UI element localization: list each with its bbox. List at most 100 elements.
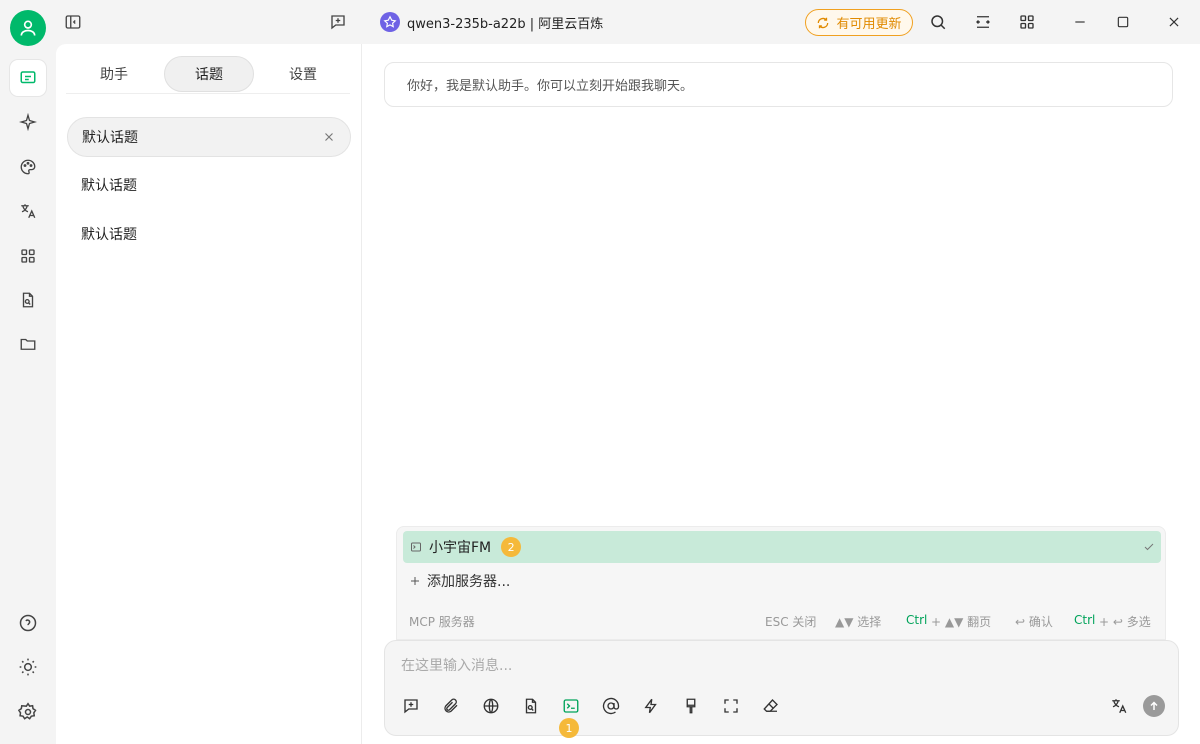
mcp-server-name: 小宇宙FM — [429, 540, 492, 556]
new-chat-icon — [404, 699, 418, 714]
left-rail — [0, 0, 56, 744]
file-search-icon — [525, 698, 537, 714]
translate-tool[interactable] — [1106, 693, 1132, 719]
message-input-box[interactable]: 在这里输入消息... — [384, 640, 1179, 736]
hint-page: + ▲▼ 翻页 — [931, 615, 992, 629]
folder-icon — [20, 338, 36, 350]
arrow-up-icon — [1150, 701, 1158, 710]
rail-settings[interactable] — [10, 694, 46, 730]
rail-apps[interactable] — [10, 238, 46, 274]
close-icon — [1169, 17, 1179, 27]
chat-icon — [20, 71, 36, 84]
tab-assistant[interactable]: 助手 — [69, 56, 159, 92]
tab-settings[interactable]: 设置 — [258, 56, 348, 92]
search-icon — [931, 15, 946, 30]
file-search-icon — [22, 292, 34, 308]
attach-tool[interactable] — [438, 693, 464, 719]
hint-multi-key: Ctrl — [1074, 613, 1096, 627]
mcp-tool[interactable] — [558, 693, 584, 719]
brush-icon — [686, 698, 696, 714]
rail-help[interactable] — [10, 605, 46, 641]
fullscreen-tool[interactable] — [718, 693, 744, 719]
help-icon — [19, 614, 37, 632]
rail-agents[interactable] — [10, 104, 46, 140]
hint-page-key: Ctrl — [906, 613, 928, 627]
web-search-tool[interactable] — [478, 693, 504, 719]
brightness-icon — [19, 658, 37, 676]
mcp-server-item[interactable]: 小宇宙FM 2 — [403, 531, 1161, 563]
model-selector[interactable]: qwen3-235b-a22b | 阿里云百炼 — [407, 13, 603, 32]
lightning-icon — [644, 698, 657, 714]
translate-icon — [21, 204, 36, 219]
add-server-label: 添加服务器... — [427, 574, 511, 590]
rail-knowledge[interactable] — [10, 282, 46, 318]
toggle-sidebar-button[interactable] — [62, 11, 84, 33]
palette-icon — [20, 159, 36, 175]
mcp-footer-title: MCP 服务器 — [409, 615, 475, 629]
add-mcp-server-button[interactable]: 添加服务器... — [409, 571, 510, 591]
topics-panel: 助手 话题 设置 默认话题 默认话题 默认话题 — [56, 44, 362, 744]
terminal-icon — [411, 542, 421, 552]
topic-label: 默认话题 — [81, 227, 137, 243]
topic-item[interactable]: 默认话题 — [67, 117, 351, 157]
delete-topic-button[interactable] — [322, 130, 336, 144]
update-label: 有可用更新 — [836, 17, 902, 32]
avatar[interactable] — [10, 10, 46, 46]
topic-item[interactable]: 默认话题 — [67, 214, 351, 254]
expand-icon — [724, 699, 738, 713]
assistant-greeting: 你好，我是默认助手。你可以立刻开始跟我聊天。 — [384, 62, 1173, 107]
update-available-button[interactable]: 有可用更新 — [805, 9, 913, 36]
apps-button[interactable] — [1016, 11, 1038, 33]
translate-icon — [1112, 699, 1127, 714]
rail-paint[interactable] — [10, 149, 46, 185]
terminal-icon — [563, 699, 579, 713]
minimize-window-button[interactable] — [1069, 11, 1091, 33]
tab-topics[interactable]: 话题 — [164, 56, 254, 92]
topic-label: 默认话题 — [82, 130, 138, 146]
eraser-icon — [763, 699, 778, 712]
model-provider-logo — [380, 12, 400, 32]
message-input[interactable]: 在这里输入消息... — [401, 655, 512, 675]
mcp-server-popup: 小宇宙FM 2 添加服务器... MCP 服务器 ESC 关闭 ▲▼ 选择 Ct… — [396, 526, 1166, 640]
top-bar: qwen3-235b-a22b | 阿里云百炼 有可用更新 — [56, 0, 1200, 44]
chat-main: 你好，我是默认助手。你可以立刻开始跟我聊天。 小宇宙FM 2 添加服务器... … — [362, 44, 1200, 744]
paint-tool[interactable] — [678, 693, 704, 719]
width-icon — [976, 16, 990, 28]
clear-tool[interactable] — [758, 693, 784, 719]
panel-tabs: 助手 话题 设置 — [66, 56, 350, 94]
user-icon — [20, 20, 36, 36]
topic-item[interactable]: 默认话题 — [67, 165, 351, 205]
maximize-icon — [1117, 16, 1129, 28]
sidebar-collapse-icon — [65, 15, 81, 29]
rail-theme[interactable] — [10, 649, 46, 685]
maximize-window-button[interactable] — [1112, 11, 1134, 33]
sparkle-icon — [19, 113, 37, 131]
grid-icon — [21, 249, 35, 263]
hint-close: ESC 关闭 — [765, 615, 817, 629]
quick-phrase-tool[interactable] — [638, 693, 664, 719]
close-window-button[interactable] — [1163, 11, 1185, 33]
new-topic-button[interactable] — [327, 11, 349, 33]
new-chat-icon — [331, 15, 345, 30]
provider-icon — [383, 15, 397, 28]
close-icon — [325, 133, 333, 141]
rail-files[interactable] — [10, 326, 46, 362]
send-button[interactable] — [1143, 695, 1165, 717]
rail-chat[interactable] — [10, 60, 46, 96]
gear-icon — [18, 702, 37, 720]
check-icon — [1144, 543, 1154, 551]
search-button[interactable] — [927, 11, 949, 33]
narrow-mode-button[interactable] — [972, 11, 994, 33]
mcp-tool-badge: 1 — [559, 718, 579, 738]
paperclip-icon — [444, 698, 458, 713]
apps-icon — [1020, 15, 1034, 29]
new-topic-tool[interactable] — [398, 693, 424, 719]
knowledge-tool[interactable] — [518, 693, 544, 719]
hint-multi: + ↩ 多选 — [1099, 615, 1151, 629]
rail-translate[interactable] — [10, 193, 46, 229]
mention-tool[interactable] — [598, 693, 624, 719]
refresh-icon — [818, 17, 829, 28]
minimize-icon — [1075, 21, 1085, 23]
topic-label: 默认话题 — [81, 178, 137, 194]
plus-icon — [411, 577, 419, 585]
